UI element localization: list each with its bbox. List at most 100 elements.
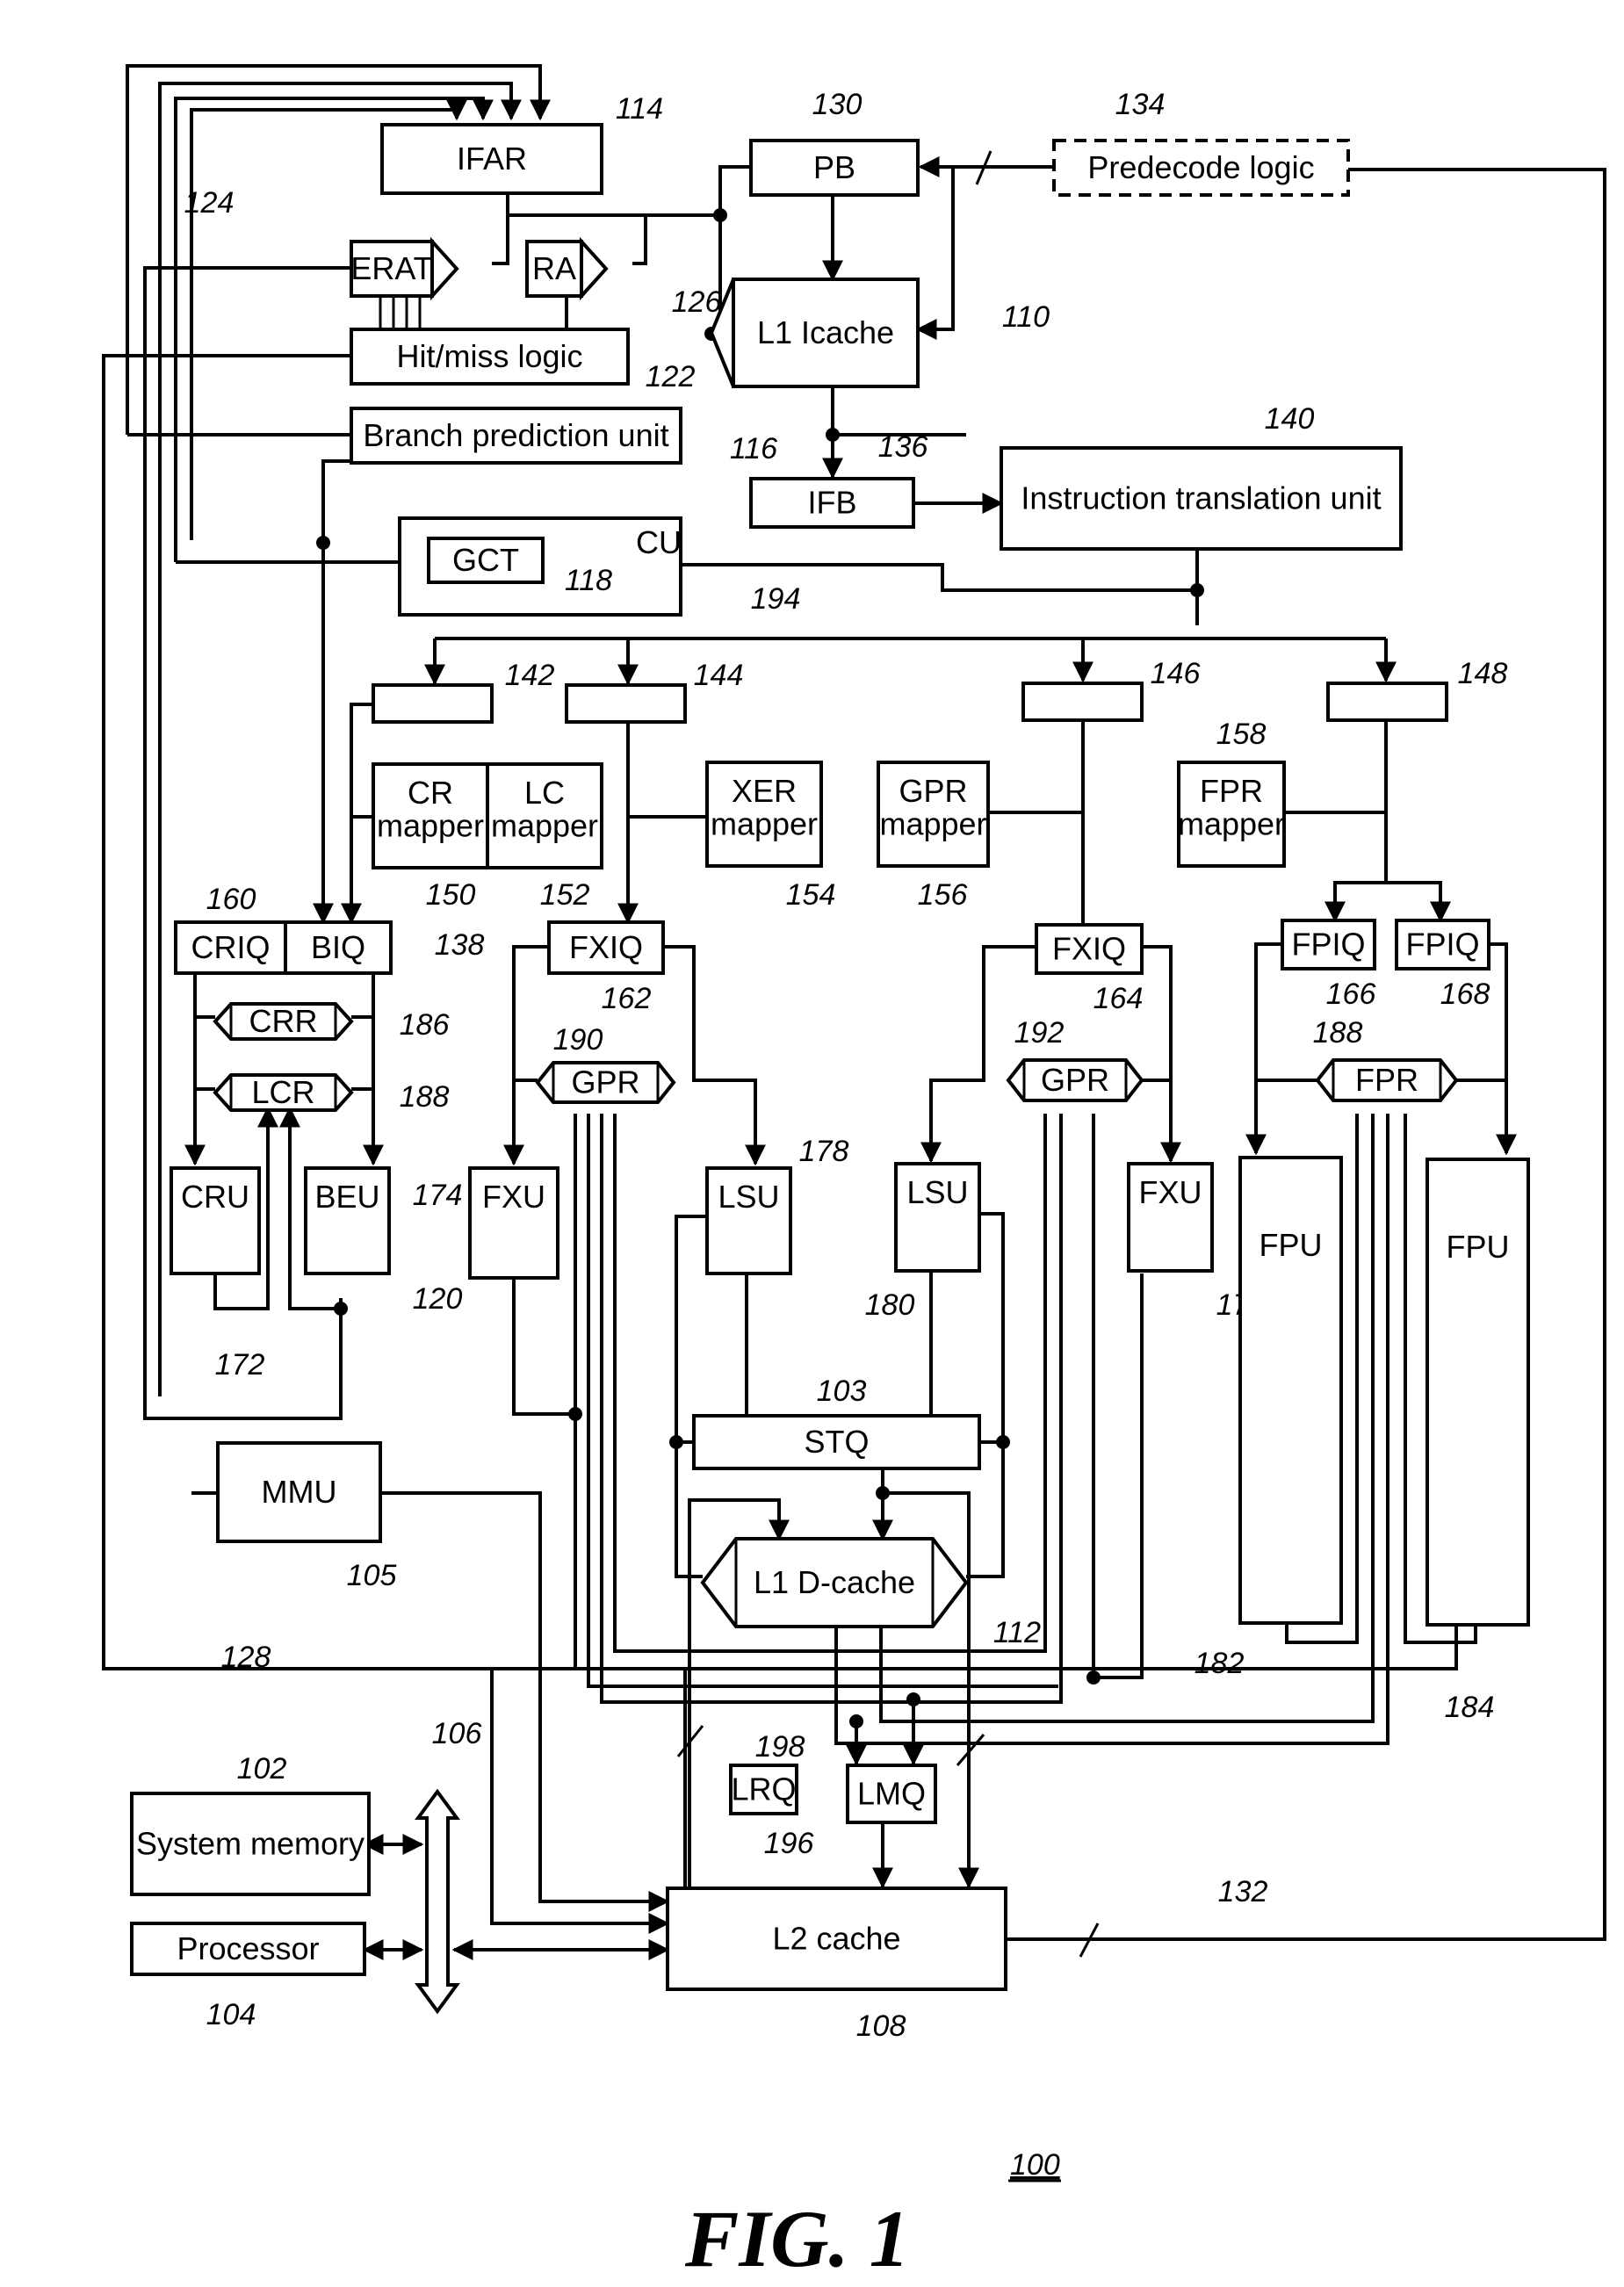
hitmiss-ref-numeral: 122 [646, 360, 696, 393]
lsu1-ref-numeral: 178 [799, 1135, 849, 1168]
lcr-ref-numeral: 188 [400, 1080, 450, 1114]
predecode-label: Predecode logic [1087, 149, 1314, 185]
wire-lsu1-left [675, 1215, 707, 1578]
wire-fxiq1-fxu [503, 945, 549, 1166]
block-disp144[interactable] [565, 683, 687, 724]
gprmapper-label-line2: mapper [879, 806, 986, 842]
system-ref-label: 100 [1010, 2148, 1060, 2182]
fpiq1-label: FPIQ [1291, 927, 1365, 963]
lsu2-ref-numeral: 180 [865, 1288, 915, 1322]
ifar-ref-numeral: 114 [616, 92, 663, 126]
gpr2-label: GPR [1041, 1062, 1109, 1098]
wire-fxiq2-fxu [1142, 945, 1181, 1164]
lcmapper-ref-numeral: 152 [540, 878, 590, 912]
wire-fxu1-out [512, 1273, 575, 1416]
fpu2-label: FPU [1447, 1229, 1510, 1265]
disp148-ref-numeral: 148 [1458, 657, 1508, 690]
fpr-ref-numeral: 188 [1313, 1016, 1363, 1050]
pb-label: PB [813, 149, 855, 185]
disp144-box [565, 683, 687, 724]
biq-label: BIQ [311, 929, 365, 965]
cu-label: CU [636, 524, 682, 560]
fpiq1-ref-numeral: 166 [1326, 978, 1376, 1011]
wire-fpiq2-fpu [1489, 942, 1517, 1156]
wire-bpu-biq [313, 459, 351, 925]
mmu-ref-numeral: 105 [347, 1559, 397, 1592]
wire-fxiq2-lsu [920, 945, 1036, 1164]
pb-ref-numeral: 130 [812, 88, 863, 121]
l2cache-label: L2 cache [772, 1921, 900, 1957]
fpu1-ref-numeral: 182 [1195, 1647, 1245, 1680]
wire-ifar-erat [492, 193, 509, 265]
interconnect-ref-numeral: 106 [432, 1717, 482, 1750]
wire-142-biq [341, 703, 373, 925]
beu-ref-numeral: 120 [413, 1282, 463, 1316]
lmq-ref-numeral: 198 [755, 1730, 805, 1764]
gprmapper-ref-numeral: 156 [918, 878, 968, 912]
wire-fxiq1-right [663, 945, 766, 1166]
disp142-ref-numeral: 142 [505, 659, 555, 692]
interconnect-bus-arrow [415, 1788, 460, 2015]
stq-label: STQ [804, 1424, 869, 1460]
cu-ref-numeral: 194 [751, 582, 801, 616]
l1dcache-ref-numeral: 112 [993, 1616, 1041, 1649]
lrq-label: LRQ [731, 1771, 796, 1807]
xermapper-label-line2: mapper [711, 806, 818, 842]
cru-label: CRU [181, 1179, 249, 1215]
erat-ref-numeral: 124 [184, 186, 235, 220]
fxu2-label: FXU [1139, 1174, 1202, 1210]
ifar-label: IFAR [457, 141, 527, 177]
criq-label: CRIQ [191, 929, 271, 965]
gpr2-ref-numeral: 192 [1014, 1016, 1065, 1050]
lcmapper-label-line2: mapper [491, 808, 598, 844]
fxiq2-label: FXIQ [1052, 931, 1126, 967]
sysmem-label: System memory [136, 1826, 364, 1862]
figure-title: FIG. 1 [684, 2194, 910, 2283]
ra-label: RA [532, 250, 576, 286]
lrq-ref-numeral: 196 [764, 1827, 814, 1860]
erat-label: ERAT [350, 250, 432, 286]
gct-label: GCT [452, 542, 519, 578]
processor-block-diagram: IFAR 114 PB 130 Predecode logic 134 ERAT 124 RA 1… [102, 64, 1606, 2283]
ra-port [580, 236, 609, 301]
wire-mmu-l2 [379, 1491, 670, 1912]
block-disp146[interactable] [1021, 682, 1144, 722]
itu-ref-numeral: 140 [1265, 402, 1315, 436]
ifb-label: IFB [807, 485, 856, 521]
l1dcache-label: L1 D-cache [754, 1564, 915, 1600]
erat-port [430, 236, 459, 301]
lsu2-label: LSU [906, 1174, 968, 1210]
l2cache-ref-numeral: 108 [856, 2009, 906, 2043]
crmapper-label-line1: CR [408, 775, 453, 811]
blocks: IFAR 114 PB 130 Predecode logic 134 ERAT 124 RA 1… [130, 88, 1530, 2043]
gpr1-label: GPR [571, 1064, 639, 1100]
fprmapper-label-line1: FPR [1200, 773, 1263, 809]
gct-ref-numeral: 118 [565, 564, 612, 597]
disp146-ref-numeral: 146 [1151, 657, 1201, 690]
biq-ref-numeral: 138 [435, 928, 485, 962]
xermapper-ref-numeral: 154 [786, 878, 836, 912]
sysmem-ref-numeral: 102 [237, 1752, 287, 1786]
fxu1-ref-numeral: 174 [413, 1179, 463, 1212]
fxiq2-ref-numeral: 164 [1093, 982, 1144, 1015]
beu-label: BEU [314, 1179, 379, 1215]
fxiq1-label: FXIQ [569, 929, 643, 965]
crr-ref-numeral: 186 [400, 1008, 450, 1042]
block-disp142[interactable] [372, 683, 494, 724]
predecode-ref-numeral: 134 [1115, 88, 1166, 121]
l1icache-ref-numeral: 110 [1002, 300, 1050, 334]
fpiq2-ref-numeral: 168 [1440, 978, 1490, 1011]
lcr-label: LCR [251, 1074, 314, 1110]
disp144-ref-numeral: 144 [694, 659, 744, 692]
criq-ref-numeral: 160 [206, 883, 256, 916]
fpu2-ref-numeral: 184 [1445, 1691, 1495, 1724]
fprmapper-label-line2: mapper [1178, 806, 1285, 842]
wire-predecode-icache [915, 167, 955, 340]
fpiq2-label: FPIQ [1405, 927, 1479, 963]
disp142-box [372, 683, 494, 724]
crmapper-label-line2: mapper [377, 808, 484, 844]
path-132-ref-numeral: 132 [1218, 1875, 1268, 1908]
block-disp148[interactable] [1326, 682, 1448, 722]
cru-ref-numeral: 172 [215, 1348, 265, 1382]
disp146-box [1021, 682, 1144, 722]
